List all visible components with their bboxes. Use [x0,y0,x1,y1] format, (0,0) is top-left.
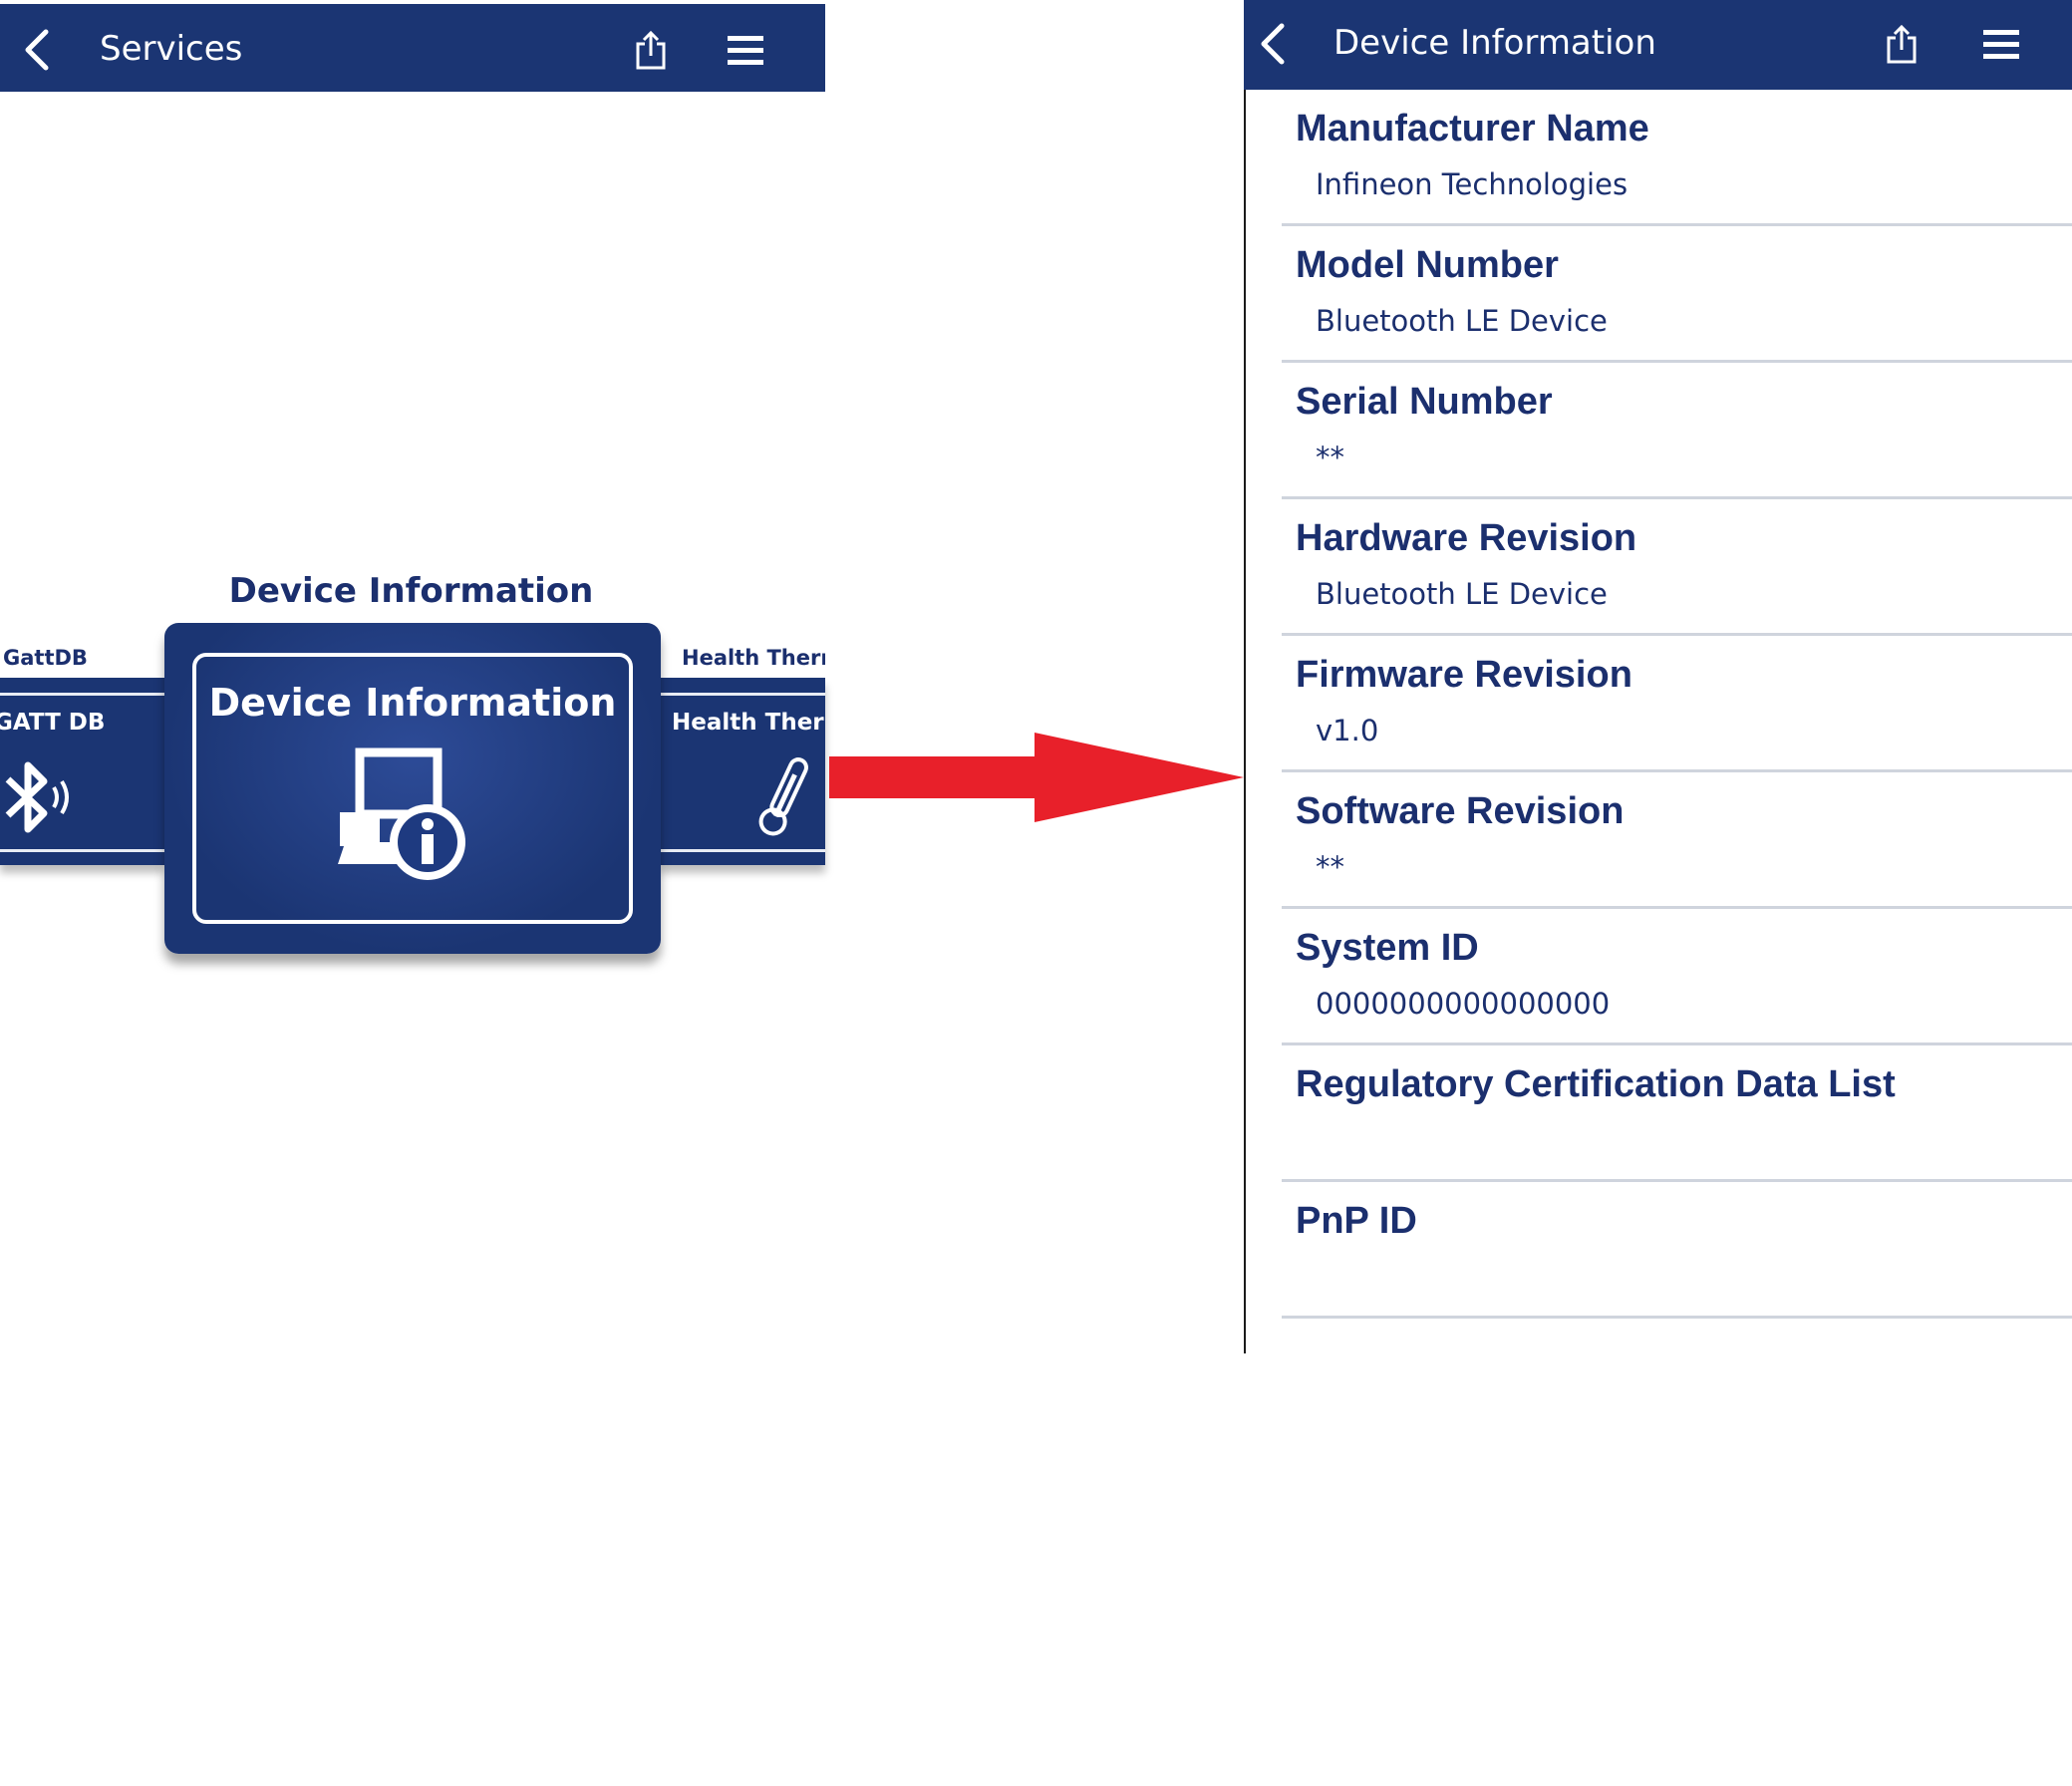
share-icon[interactable] [1885,24,1919,64]
info-label: Regulatory Certification Data List [1296,1063,1896,1105]
menu-icon[interactable] [1983,28,2019,62]
gatt-db-card-title: GATT DB [0,710,106,736]
device-information-card[interactable]: Device Information [164,623,661,954]
bluetooth-icon [5,761,69,833]
device-information-card-title: Device Information [208,681,617,725]
info-row-regulatory-certification[interactable]: Regulatory Certification Data List [1282,1045,2072,1182]
info-label: Hardware Revision [1296,517,1637,559]
health-thermometer-caption: Health Thermo [682,646,825,670]
info-label: Model Number [1296,244,1559,286]
info-label: Serial Number [1296,381,1553,423]
info-value: v1.0 [1316,714,1379,747]
info-value: Bluetooth LE Device [1316,304,1608,338]
device-information-list: Manufacturer Name Infineon Technologies … [1282,90,2072,1319]
info-row-hardware-revision[interactable]: Hardware Revision Bluetooth LE Device [1282,499,2072,636]
info-row-software-revision[interactable]: Software Revision ** [1282,772,2072,909]
info-row-system-id[interactable]: System ID 0000000000000000 [1282,909,2072,1045]
header-title: Device Information [1333,23,1656,63]
back-arrow-icon[interactable] [20,28,56,72]
transition-arrow-icon [829,733,1244,822]
device-information-header: Device Information [1244,0,2072,90]
thermometer-icon [758,757,808,836]
health-thermometer-card-title: Health Therm [672,710,825,736]
back-arrow-icon[interactable] [1256,22,1292,66]
services-header: Services [0,4,825,92]
info-label: System ID [1296,927,1479,969]
info-row-model-number[interactable]: Model Number Bluetooth LE Device [1282,226,2072,363]
info-value: ** [1316,441,1344,474]
info-row-pnp-id[interactable]: PnP ID [1282,1182,2072,1319]
info-label: Firmware Revision [1296,654,1632,696]
info-value: Infineon Technologies [1316,167,1628,201]
info-label: PnP ID [1296,1200,1417,1242]
gattdb-caption: GattDB [3,646,88,670]
gatt-db-card[interactable]: GATT DB [0,678,164,865]
info-value: ** [1316,850,1344,884]
info-row-manufacturer-name[interactable]: Manufacturer Name Infineon Technologies [1282,90,2072,226]
device-info-icon [338,747,465,880]
info-value: Bluetooth LE Device [1316,577,1608,611]
health-thermometer-card[interactable]: Health Therm [660,678,825,865]
info-label: Manufacturer Name [1296,108,1649,149]
carousel-caption: Device Information [228,571,594,611]
card-frame: Device Information [192,653,633,924]
menu-icon[interactable] [728,34,763,68]
share-icon[interactable] [634,30,668,70]
header-title: Services [100,29,243,69]
info-row-serial-number[interactable]: Serial Number ** [1282,363,2072,499]
info-row-firmware-revision[interactable]: Firmware Revision v1.0 [1282,636,2072,772]
info-label: Software Revision [1296,790,1625,832]
info-value: 0000000000000000 [1316,987,1611,1021]
